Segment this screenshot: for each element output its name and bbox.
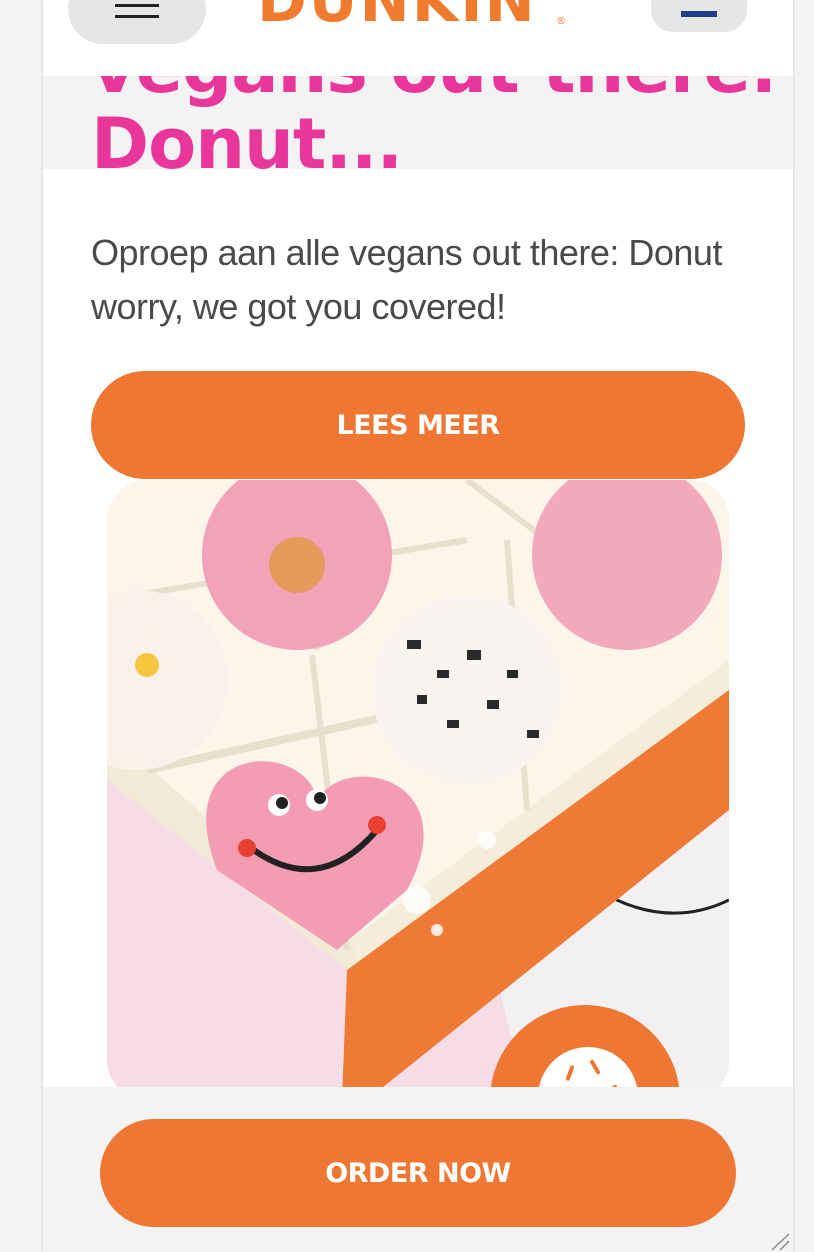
account-button[interactable] [651,0,747,32]
sticky-footer: ORDER NOW [43,1087,793,1252]
registered-mark: ® [556,16,566,27]
read-more-button[interactable]: LEES MEER [91,371,745,479]
menu-button[interactable] [68,0,206,44]
account-icon [681,11,717,17]
article-intro: Oproep aan alle vegans out there: Donut … [91,232,722,327]
page: vegans out there: Donut... DUNKIN ® Opro… [43,0,793,1252]
donut-box-photo [107,480,729,1100]
site-header: DUNKIN ® [43,0,793,76]
headline-line-2: Donut... [91,103,403,185]
resize-handle-icon[interactable] [770,1233,790,1251]
hamburger-menu-icon [115,4,159,7]
order-now-button[interactable]: ORDER NOW [100,1119,736,1227]
hamburger-menu-icon-bar [115,15,159,18]
dunkin-logo[interactable]: DUNKIN [257,0,577,32]
